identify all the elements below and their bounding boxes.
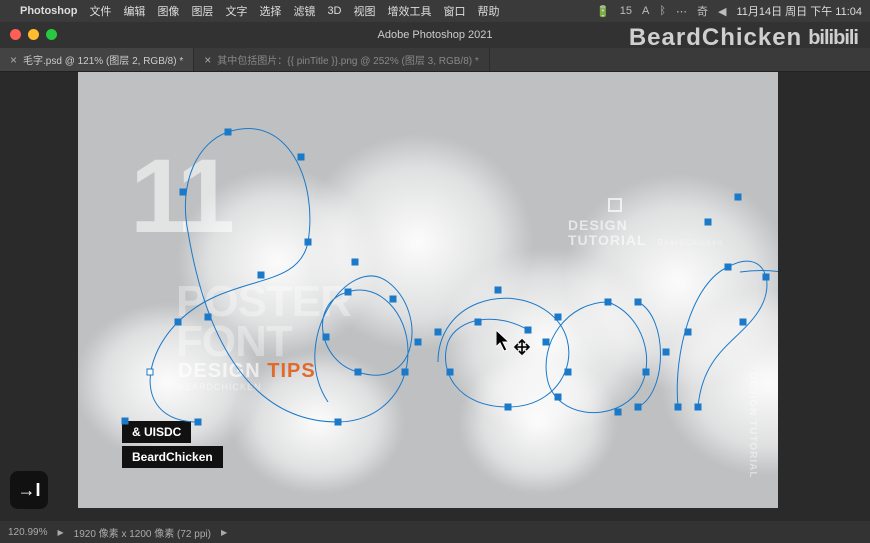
status-icon[interactable]: 🔋 (596, 5, 610, 18)
clock[interactable]: 11月14日 周日 下午 11:04 (736, 3, 862, 19)
status-icon[interactable]: ⋯ (676, 5, 687, 18)
status-icon[interactable]: 15 (620, 5, 632, 17)
status-bar: 120.99% ▶ 1920 像素 x 1200 像素 (72 ppi) ▶ (0, 521, 870, 543)
menu-window[interactable]: 窗口 (444, 3, 466, 19)
bilibili-logo: bilibili (808, 27, 858, 50)
doc-info: 1920 像素 x 1200 像素 (72 ppi) (74, 525, 211, 540)
canvas[interactable]: 11 POSTERFONT DESIGN TIPS BEARDCHICKEN D… (78, 72, 778, 508)
watermark: BeardChicken bilibili (629, 24, 858, 52)
vector-path[interactable] (78, 72, 778, 508)
status-icon[interactable]: ᛒ (659, 5, 666, 17)
zoom-icon[interactable] (46, 29, 57, 40)
status-icon[interactable]: ◀ (718, 5, 726, 18)
window-title: Adobe Photoshop 2021 (378, 29, 493, 41)
menu-image[interactable]: 图像 (157, 3, 179, 19)
traffic-lights (10, 29, 57, 40)
app-name[interactable]: Photoshop (20, 5, 77, 17)
doc-tab-label: 毛字.psd @ 121% (图层 2, RGB/8) * (23, 52, 183, 67)
menu-plugins[interactable]: 增效工具 (388, 3, 432, 19)
close-icon[interactable] (10, 29, 21, 40)
tab-close-icon[interactable]: × (204, 54, 211, 66)
side-fab-button[interactable]: →I (10, 471, 48, 509)
status-icon[interactable]: 奇 (697, 3, 708, 19)
minimize-icon[interactable] (28, 29, 39, 40)
status-icon[interactable]: A (642, 5, 649, 17)
chevron-icon[interactable]: ▶ (221, 528, 227, 537)
zoom-level[interactable]: 120.99% (8, 527, 47, 538)
doc-tab-label: 其中包括图片：{{ pinTitle }}.png @ 252% (图层 3, … (217, 52, 479, 67)
menu-file[interactable]: 文件 (89, 3, 111, 19)
menubar-status: 🔋 15 A ᛒ ⋯ 奇 ◀ 11月14日 周日 下午 11:04 (596, 0, 862, 22)
chevron-icon[interactable]: ▶ (57, 528, 63, 537)
mac-menubar: Photoshop 文件 编辑 图像 图层 文字 选择 滤镜 3D 视图 增效工… (0, 0, 870, 22)
menu-layer[interactable]: 图层 (191, 3, 213, 19)
menu-type[interactable]: 文字 (225, 3, 247, 19)
doc-tab-1[interactable]: × 毛字.psd @ 121% (图层 2, RGB/8) * (0, 48, 194, 71)
doc-tab-2[interactable]: × 其中包括图片：{{ pinTitle }}.png @ 252% (图层 3… (194, 48, 490, 71)
menu-edit[interactable]: 编辑 (123, 3, 145, 19)
menu-view[interactable]: 视图 (354, 3, 376, 19)
tab-close-icon[interactable]: × (10, 54, 17, 66)
menu-filter[interactable]: 滤镜 (293, 3, 315, 19)
menu-help[interactable]: 帮助 (478, 3, 500, 19)
menu-3d[interactable]: 3D (327, 5, 341, 17)
menu-select[interactable]: 选择 (259, 3, 281, 19)
watermark-text: BeardChicken (629, 24, 802, 52)
workspace[interactable]: 11 POSTERFONT DESIGN TIPS BEARDCHICKEN D… (0, 72, 870, 521)
